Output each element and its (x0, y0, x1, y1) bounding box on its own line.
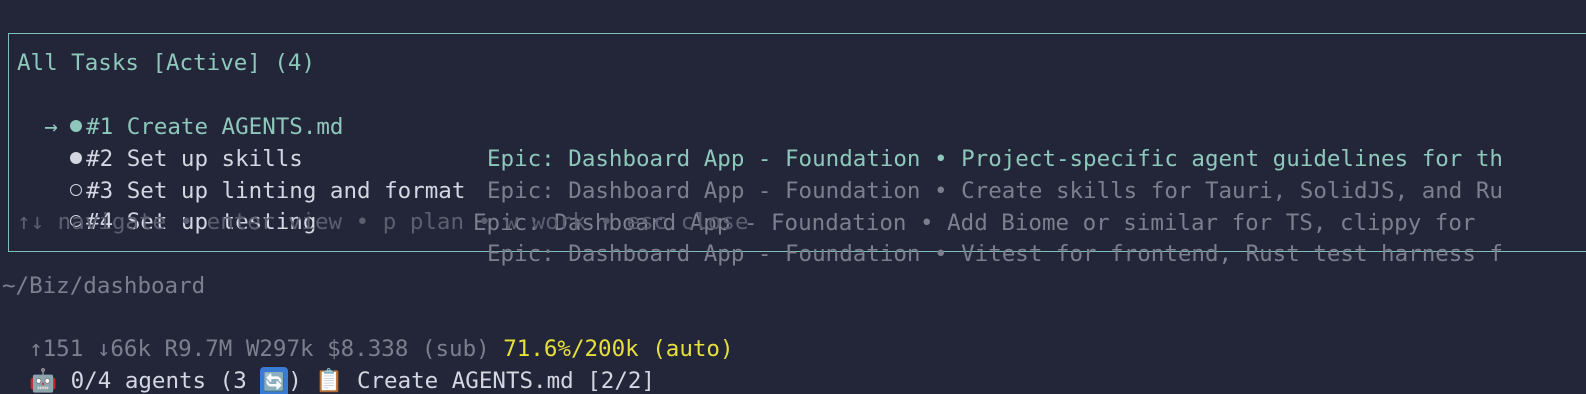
task-detail: Epic: Dashboard App - Foundation • Vites… (487, 238, 1537, 270)
current-task: Create AGENTS.md [2/2] (356, 368, 655, 394)
task-description: Create skills for Tauri, SolidJS, and Ru (961, 178, 1503, 204)
task-description: Add Biome or similar for TS, clippy for (947, 210, 1476, 236)
task-detail: Epic: Dashboard App - Foundation • Creat… (487, 175, 1537, 207)
refresh-icon: 🔄 (260, 367, 289, 394)
panel-title: All Tasks [Active] (4) (17, 50, 316, 76)
task-epic: Epic: Dashboard App - Foundation (487, 146, 921, 172)
task-row[interactable]: #4 Set up testing Epic: Dashboard App - … (17, 174, 1503, 267)
task-description: Vitest for frontend, Rust test harness f (961, 241, 1503, 267)
robot-icon: 🤖 (29, 368, 58, 394)
task-row[interactable]: → #1 Create AGENTS.md Epic: Dashboard App… (17, 79, 1503, 172)
usage-line: ↑151 ↓66k R9.7M W297k $8.338 (sub) 71.6%… (2, 301, 733, 362)
separator: • (920, 210, 934, 236)
agents-close-paren: ) (288, 368, 302, 394)
agents-line: 🤖 0/4 agents (3 🔄) 📋 Create AGENTS.md [2… (2, 333, 655, 394)
separator: • (934, 241, 948, 267)
task-row[interactable]: #3 Set up linting and format Epic: Dashb… (17, 143, 1475, 236)
task-row[interactable]: #2 Set up skills Epic: Dashboard App - F… (17, 111, 1503, 204)
task-epic: Epic: Dashboard App - Foundation (487, 178, 921, 204)
separator: • (934, 146, 948, 172)
cwd-path: ~/Biz/dashboard (2, 273, 206, 299)
clipboard-icon: 📋 (315, 368, 344, 394)
task-description: Project-specific agent guidelines for th (961, 146, 1503, 172)
task-detail: Epic: Dashboard App - Foundation • Proje… (487, 143, 1537, 175)
help-bar: ↑↓ navigate • enter view • p plan • w wo… (17, 209, 749, 235)
task-epic: Epic: Dashboard App - Foundation (487, 241, 921, 267)
separator: • (934, 178, 948, 204)
agents-count: 0/4 agents (3 (70, 368, 247, 394)
